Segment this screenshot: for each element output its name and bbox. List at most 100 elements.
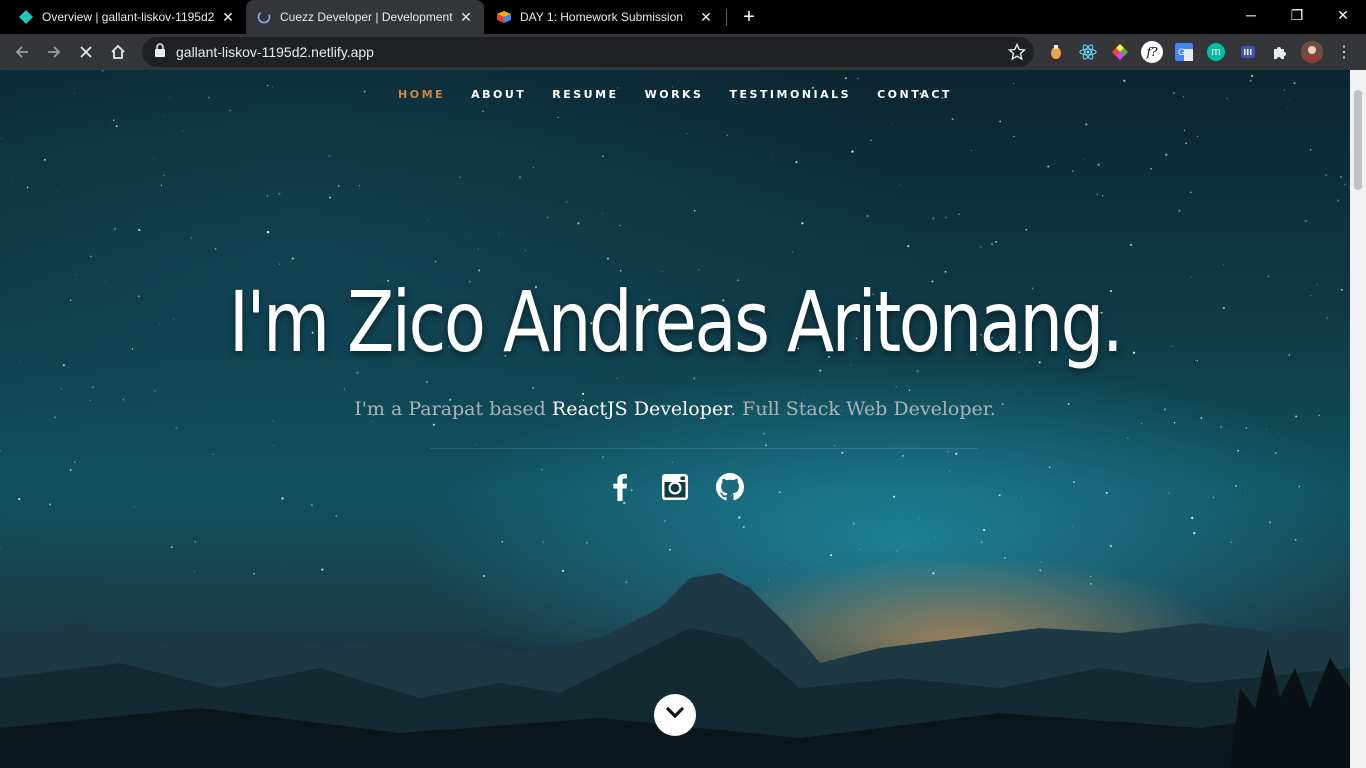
star xyxy=(1126,437,1129,440)
nav-home[interactable]: HOME xyxy=(398,88,445,101)
colored-cube-icon xyxy=(496,9,512,25)
extension-orange-icon[interactable] xyxy=(1047,43,1065,61)
nav-contact[interactable]: CONTACT xyxy=(877,88,952,101)
star xyxy=(426,381,428,383)
star xyxy=(661,270,663,272)
close-icon[interactable]: ✕ xyxy=(458,9,474,25)
star xyxy=(623,501,626,505)
instagram-icon[interactable] xyxy=(660,472,690,502)
star xyxy=(667,133,668,134)
star xyxy=(1237,449,1240,452)
stop-loading-button[interactable] xyxy=(72,38,100,66)
tab-cuezz-developer[interactable]: Cuezz Developer | Development ✕ xyxy=(246,0,484,34)
nav-resume[interactable]: RESUME xyxy=(552,88,618,101)
profile-avatar-icon[interactable] xyxy=(1301,41,1323,63)
star xyxy=(266,230,270,234)
tab-netlify-overview[interactable]: Overview | gallant-liskov-1195d2 ✕ xyxy=(8,0,246,34)
star xyxy=(1123,79,1126,82)
extensions-puzzle-icon[interactable] xyxy=(1271,43,1289,61)
star xyxy=(57,190,58,191)
google-translate-icon[interactable]: G xyxy=(1175,43,1193,61)
star xyxy=(1129,242,1131,244)
star xyxy=(524,249,527,252)
intro-highlight: ReactJS Developer xyxy=(551,398,731,420)
star xyxy=(343,388,345,390)
page-scrollbar[interactable] xyxy=(1350,70,1366,768)
star xyxy=(795,161,798,164)
facebook-icon[interactable] xyxy=(605,472,635,502)
tab-strip: Overview | gallant-liskov-1195d2 ✕ Cuezz… xyxy=(0,0,1366,34)
scrollbar-thumb[interactable] xyxy=(1354,90,1362,190)
back-button[interactable] xyxy=(8,38,36,66)
star xyxy=(980,541,983,544)
star xyxy=(541,468,543,471)
hero-divider xyxy=(430,448,978,449)
browser-menu-icon[interactable]: ⋮ xyxy=(1335,43,1353,61)
close-window-button[interactable]: ✕ xyxy=(1320,0,1366,30)
star xyxy=(114,228,116,230)
star xyxy=(618,121,619,123)
new-tab-button[interactable]: + xyxy=(737,5,761,29)
star xyxy=(602,155,604,158)
star xyxy=(851,150,854,153)
star xyxy=(663,519,666,522)
star xyxy=(11,181,13,183)
star xyxy=(153,389,156,392)
star xyxy=(110,121,111,123)
star xyxy=(1197,135,1199,137)
star xyxy=(1309,294,1312,297)
star xyxy=(104,281,106,282)
whatfont-icon[interactable]: f? xyxy=(1141,41,1163,63)
star xyxy=(1013,136,1015,138)
minimize-button[interactable]: ─ xyxy=(1228,0,1274,30)
close-icon[interactable]: ✕ xyxy=(220,9,236,25)
star xyxy=(999,120,1002,123)
star xyxy=(175,426,178,429)
star xyxy=(1304,219,1308,223)
star xyxy=(370,420,373,423)
star xyxy=(971,149,973,151)
star xyxy=(895,386,897,388)
star xyxy=(1250,74,1254,78)
star xyxy=(619,270,622,272)
nav-works[interactable]: WORKS xyxy=(645,88,704,101)
star xyxy=(37,506,39,508)
tab-homework-submission[interactable]: DAY 1: Homework Submission ✕ xyxy=(486,0,724,34)
star xyxy=(1340,176,1342,178)
star xyxy=(19,360,20,362)
star xyxy=(1003,557,1006,559)
star xyxy=(545,396,547,398)
star xyxy=(1278,433,1280,435)
browser-toolbar: gallant-liskov-1195d2.netlify.app f? G m… xyxy=(0,34,1366,70)
star xyxy=(291,257,294,260)
star xyxy=(69,299,72,302)
github-icon[interactable] xyxy=(715,472,745,502)
scroll-down-button[interactable] xyxy=(654,694,696,736)
react-devtools-icon[interactable] xyxy=(1079,43,1097,61)
nav-testimonials[interactable]: TESTIMONIALS xyxy=(729,88,851,101)
star xyxy=(328,155,331,157)
star xyxy=(532,166,535,169)
nav-about[interactable]: ABOUT xyxy=(471,88,526,101)
star xyxy=(1083,158,1085,160)
star xyxy=(908,389,911,391)
star xyxy=(119,283,121,285)
star xyxy=(991,243,994,246)
star xyxy=(765,444,767,447)
star xyxy=(266,195,269,197)
mountain-silhouette xyxy=(0,573,1350,768)
home-button[interactable] xyxy=(104,38,132,66)
restore-button[interactable]: ❐ xyxy=(1274,0,1320,30)
extension-m-icon[interactable]: m xyxy=(1207,43,1225,61)
bookmark-star-icon[interactable] xyxy=(1007,42,1027,61)
color-picker-icon[interactable] xyxy=(1111,43,1129,61)
extension-bars-icon[interactable] xyxy=(1239,43,1257,61)
close-icon[interactable]: ✕ xyxy=(698,9,714,25)
lock-icon xyxy=(154,42,166,62)
star xyxy=(958,213,960,215)
address-bar[interactable]: gallant-liskov-1195d2.netlify.app xyxy=(142,37,1034,67)
star xyxy=(477,248,479,250)
star xyxy=(844,77,847,80)
star xyxy=(113,119,115,121)
forward-button[interactable] xyxy=(40,38,68,66)
